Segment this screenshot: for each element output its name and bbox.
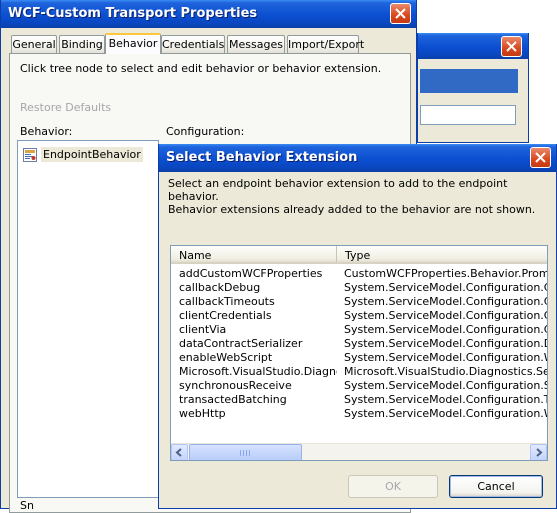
list-item-type: System.ServiceModel.Configuration.Callba bbox=[344, 295, 547, 308]
dialog-description: Select an endpoint behavior extension to… bbox=[168, 177, 548, 216]
behavior-node-icon bbox=[23, 148, 37, 162]
background-dialog bbox=[417, 33, 529, 143]
list-item-name: dataContractSerializer bbox=[179, 337, 303, 350]
behavior-label: Behavior: bbox=[20, 125, 73, 138]
dialog-title: Select Behavior Extension bbox=[166, 150, 358, 165]
list-item[interactable]: transactedBatching System.ServiceModel.Co… bbox=[171, 393, 548, 407]
scroll-right-button[interactable] bbox=[530, 444, 547, 460]
list-item-type: System.ServiceModel.Configuration.Client… bbox=[344, 323, 547, 336]
list-item-type: System.ServiceModel.Configuration.WebS bbox=[344, 351, 547, 364]
list-item-name: callbackDebug bbox=[179, 281, 261, 294]
bottom-fragment-text: Sn bbox=[20, 499, 34, 512]
column-header-name[interactable]: Name bbox=[171, 246, 337, 262]
tab-binding[interactable]: Binding bbox=[59, 35, 105, 53]
extension-list[interactable]: Name Type addCustomWCFProperties CustomWC… bbox=[170, 245, 548, 461]
list-item-name: addCustomWCFProperties bbox=[179, 267, 323, 280]
list-item[interactable]: Microsoft.VisualStudio.Diagnos... Microso… bbox=[171, 365, 547, 379]
description-line-2: Behavior extensions already added to the… bbox=[168, 203, 536, 216]
dialog-title-bar[interactable]: Select Behavior Extension bbox=[159, 144, 556, 172]
selected-list-item[interactable] bbox=[420, 69, 518, 93]
close-icon bbox=[395, 8, 406, 19]
description-line-1: Select an endpoint behavior extension to… bbox=[168, 177, 508, 203]
list-item-name: synchronousReceive bbox=[179, 379, 292, 392]
dialog-close-button[interactable] bbox=[530, 147, 551, 168]
instruction-text: Click tree node to select and edit behav… bbox=[20, 62, 382, 75]
tab-general[interactable]: General bbox=[11, 35, 57, 53]
list-item-type: System.ServiceModel.Configuration.Synch bbox=[344, 379, 547, 392]
list-item[interactable]: dataContractSerializer System.ServiceMode… bbox=[171, 337, 547, 351]
scroll-left-button[interactable] bbox=[171, 444, 188, 460]
arrow-right-icon bbox=[536, 448, 543, 457]
list-item[interactable]: callbackTimeouts System.ServiceModel.Conf… bbox=[171, 295, 547, 309]
tab-import-export[interactable]: Import/Export bbox=[287, 35, 364, 53]
list-item-name: enableWebScript bbox=[179, 351, 273, 364]
column-header-type[interactable]: Type bbox=[337, 246, 547, 262]
close-button[interactable] bbox=[390, 3, 411, 24]
horizontal-scrollbar[interactable] bbox=[171, 443, 547, 460]
ok-button[interactable]: OK bbox=[348, 475, 438, 498]
configuration-label: Configuration: bbox=[166, 125, 245, 138]
tab-behavior[interactable]: Behavior bbox=[105, 33, 161, 54]
list-item-name: Microsoft.VisualStudio.Diagnos... bbox=[179, 365, 337, 378]
list-item-name: clientCredentials bbox=[179, 309, 272, 322]
arrow-left-icon bbox=[175, 448, 182, 457]
list-item[interactable]: callbackDebug System.ServiceModel.Configu… bbox=[171, 281, 547, 295]
list-item-type: System.ServiceModel.Configuration.WebH bbox=[344, 407, 547, 420]
close-icon bbox=[535, 152, 546, 163]
list-item-type: System.ServiceModel.Configuration.DataC bbox=[344, 337, 547, 350]
list-item[interactable]: clientVia System.ServiceModel.Configurati… bbox=[171, 323, 547, 337]
behavior-tree[interactable]: EndpointBehavior bbox=[17, 140, 159, 498]
list-item[interactable]: synchronousReceive System.ServiceModel.Co… bbox=[171, 379, 547, 393]
cancel-button[interactable]: Cancel bbox=[449, 475, 543, 498]
list-header: Name Type bbox=[171, 246, 547, 264]
list-item-name: webHttp bbox=[179, 407, 226, 420]
list-item-type: Microsoft.VisualStudio.Diagnostics.Servi… bbox=[344, 365, 547, 378]
text-field[interactable] bbox=[420, 105, 516, 125]
scroll-thumb[interactable] bbox=[189, 444, 302, 460]
list-item[interactable]: clientCredentials System.ServiceModel.Con… bbox=[171, 309, 547, 323]
list-item-name: callbackTimeouts bbox=[179, 295, 275, 308]
list-item-type: System.ServiceModel.Configuration.Callba bbox=[344, 281, 547, 294]
select-behavior-extension-dialog: Select Behavior Extension Select an endp… bbox=[158, 144, 557, 509]
tree-node-label: EndpointBehavior bbox=[41, 147, 143, 162]
scroll-grip bbox=[240, 450, 252, 456]
close-icon bbox=[506, 41, 517, 52]
list-item[interactable]: addCustomWCFProperties CustomWCFPropertie… bbox=[171, 267, 547, 281]
list-item[interactable]: enableWebScript System.ServiceModel.Confi… bbox=[171, 351, 547, 365]
list-item-type: System.ServiceModel.Configuration.Client… bbox=[344, 309, 547, 322]
title-bar[interactable]: WCF-Custom Transport Properties bbox=[1, 0, 416, 28]
background-close-button[interactable] bbox=[501, 36, 522, 57]
list-item[interactable]: webHttp System.ServiceModel.Configuration… bbox=[171, 407, 547, 421]
window-title: WCF-Custom Transport Properties bbox=[8, 6, 258, 21]
list-item-type: System.ServiceModel.Configuration.Transa bbox=[344, 393, 548, 406]
restore-defaults-link[interactable]: Restore Defaults bbox=[20, 101, 111, 114]
list-item-name: clientVia bbox=[179, 323, 227, 336]
list-item-type: CustomWCFProperties.Behavior.PromoteU bbox=[344, 267, 547, 280]
tab-credentials[interactable]: Credentials bbox=[161, 35, 225, 53]
list-item-name: transactedBatching bbox=[179, 393, 287, 406]
tab-messages[interactable]: Messages bbox=[227, 35, 285, 53]
